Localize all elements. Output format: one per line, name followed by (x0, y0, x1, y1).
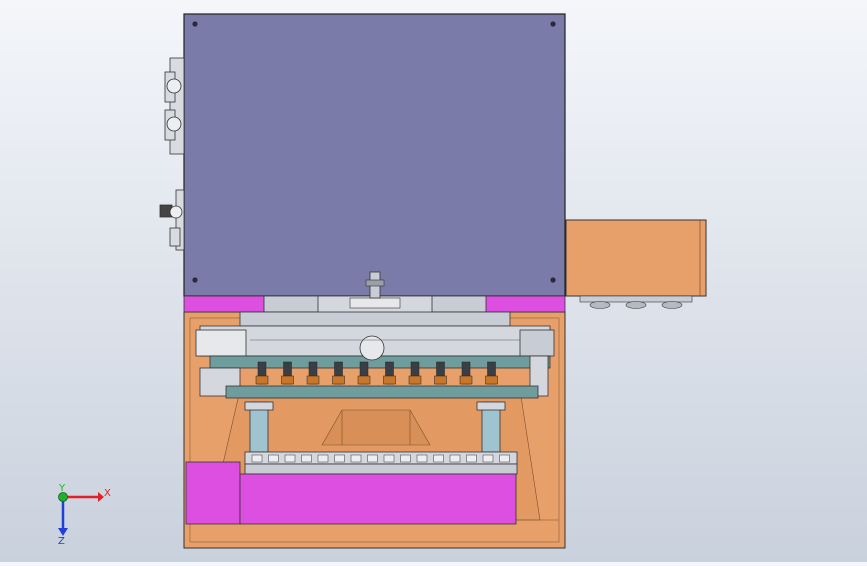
y-axis-label: Y (58, 483, 66, 494)
tool-slot (400, 454, 411, 463)
nozzle-tip (306, 375, 320, 385)
side-box (565, 219, 707, 309)
model-drawing: X Y Z (58, 13, 707, 549)
tool-slot (433, 454, 444, 463)
tool-slot (367, 454, 378, 463)
nozzle-tip (255, 375, 269, 385)
nozzle-tip (485, 375, 498, 385)
top-plate (183, 13, 566, 297)
tool-slot (334, 454, 345, 463)
x-axis-label: X (104, 488, 111, 499)
tool-slot (499, 454, 510, 463)
z-axis-label: Z (58, 536, 65, 547)
left-valves (159, 57, 185, 251)
tool-slot (482, 454, 494, 463)
nozzle-tip (434, 375, 447, 385)
tool-slot (251, 454, 263, 463)
tool-slot (317, 454, 329, 463)
nozzle-tip (357, 375, 371, 385)
screw-hole-icon (550, 277, 556, 283)
nozzle-tip (281, 375, 294, 385)
tool-slot (268, 454, 279, 463)
nozzle-tip (408, 375, 422, 385)
coordinate-triad: X Y Z (58, 483, 111, 547)
tool-slot (449, 454, 461, 463)
tool-slot (301, 454, 312, 463)
nozzle-tip (459, 375, 473, 385)
nozzle-tip (332, 375, 345, 385)
screw-hole-icon (192, 277, 198, 283)
tool-slot (466, 454, 477, 463)
tool-slot (350, 454, 362, 463)
tool-slot (416, 454, 428, 463)
nozzle-tip (383, 375, 396, 385)
cad-viewport[interactable]: X Y Z (0, 0, 867, 562)
tool-slot (284, 454, 296, 463)
tool-bar (244, 451, 518, 475)
screw-hole-icon (550, 21, 556, 27)
screw-hole-icon (192, 21, 198, 27)
tool-slot (383, 454, 395, 463)
